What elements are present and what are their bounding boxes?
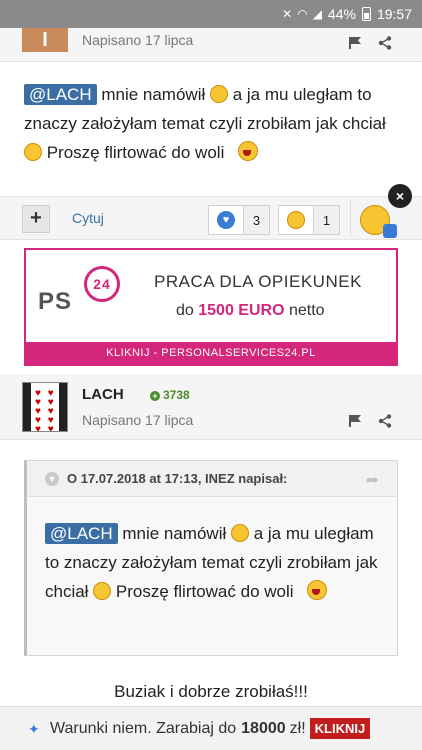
clock: 19:57: [376, 6, 412, 22]
post-text: mnie namówił: [96, 85, 210, 104]
share-icon[interactable]: [378, 414, 392, 428]
hearts-card-icon: ♥ ♥ ♥ ♥ ♥ ♥ ♥ ♥ ♥ ♥: [35, 388, 56, 435]
avatar[interactable]: I: [22, 28, 68, 52]
battery-percent: 44%: [327, 6, 356, 22]
ad-banner[interactable]: PS 24 PRACA DLA OPIEKUNEK do 1500 EURO n…: [24, 248, 398, 366]
post-actions: + Cytuj ♥ 3 1: [0, 196, 422, 240]
crying-emoji-icon: [230, 524, 249, 542]
quote-content: @LACH mnie namówił a ja mu uległam to zn…: [45, 523, 378, 601]
post-content: @LACH mnie namówił a ja mu uległam to zn…: [24, 80, 404, 167]
quote-header: ▼ O 17.07.2018 at 17:13, INEZ napisał: ➦: [27, 461, 397, 497]
reputation-badge: +3738: [150, 388, 190, 402]
reply-text: Buziak i dobrze zrobiłaś!!!: [114, 682, 308, 701]
divider: [350, 201, 351, 237]
post-header: I Napisano 17 lipca: [0, 28, 422, 62]
sparkle-icon: ✦: [28, 720, 40, 737]
post-text: Proszę flirtować do woli: [42, 143, 230, 162]
heart-icon: ♥: [217, 211, 235, 229]
bottom-ad-bar[interactable]: ✦ Warunki niem. Zarabiaj do 18000 zł! KL…: [0, 706, 422, 750]
go-to-post-icon[interactable]: ➦: [366, 470, 379, 490]
report-flag-icon[interactable]: [348, 414, 362, 428]
report-flag-icon[interactable]: [348, 36, 362, 50]
signal-icon: ◢: [312, 7, 322, 21]
quote-block: ▼ O 17.07.2018 at 17:13, INEZ napisał: ➦…: [24, 460, 398, 656]
ad-logo-badge: 24: [84, 266, 120, 302]
mention-link[interactable]: @LACH: [24, 84, 97, 105]
multiquote-button[interactable]: +: [22, 205, 50, 233]
username-link[interactable]: LACH: [82, 386, 124, 403]
ad-subline: do 1500 EURO netto: [176, 302, 325, 319]
share-icon[interactable]: [378, 36, 392, 50]
post-date[interactable]: Napisano 17 lipca: [82, 412, 193, 428]
status-icons: ✕ ◠ ◢: [282, 7, 322, 21]
post-date[interactable]: Napisano 17 lipca: [82, 32, 193, 48]
bottom-ad-amount: 18000: [241, 719, 286, 737]
chevron-down-icon[interactable]: ▼: [45, 472, 59, 486]
react-button-icon[interactable]: [360, 205, 397, 238]
reaction-count: 1: [313, 206, 339, 234]
ad-logo: PS 24: [38, 266, 120, 316]
plus-icon: +: [150, 391, 160, 401]
wifi-icon: ◠: [297, 7, 308, 21]
mute-icon: ✕: [282, 7, 293, 21]
laughing-face-icon: [287, 211, 305, 229]
wink-emoji-icon: [24, 143, 42, 161]
status-bar: ✕ ◠ ◢ 44% 19:57: [0, 0, 422, 28]
mention-link[interactable]: @LACH: [45, 523, 118, 544]
bottom-ad-currency: zł!: [289, 719, 306, 737]
quote-citation: O 17.07.2018 at 17:13, INEZ napisał:: [67, 471, 288, 486]
wink-emoji-icon: [93, 582, 112, 600]
post-header: ♥ ♥ ♥ ♥ ♥ ♥ ♥ ♥ ♥ ♥ LACH +3738 Napisano …: [0, 374, 422, 440]
crying-emoji-icon: [209, 85, 228, 103]
battery-icon: [361, 7, 371, 21]
close-icon[interactable]: ×: [388, 184, 412, 208]
laughing-emoji-icon: [298, 580, 334, 600]
reaction-haha[interactable]: 1: [278, 205, 340, 235]
quote-button[interactable]: Cytuj: [72, 210, 104, 226]
bottom-ad-cta-button[interactable]: KLIKNIJ: [309, 718, 371, 739]
laughing-emoji-icon: [229, 141, 265, 161]
bottom-ad-text: Warunki niem. Zarabiaj do: [50, 719, 237, 737]
reaction-count: 3: [243, 206, 269, 234]
ad-headline: PRACA DLA OPIEKUNEK: [154, 272, 362, 291]
reaction-like[interactable]: ♥ 3: [208, 205, 270, 235]
ad-link-bar[interactable]: KLIKNIJ - PERSONALSERVICES24.PL: [26, 342, 396, 364]
avatar[interactable]: ♥ ♥ ♥ ♥ ♥ ♥ ♥ ♥ ♥ ♥: [22, 382, 68, 435]
